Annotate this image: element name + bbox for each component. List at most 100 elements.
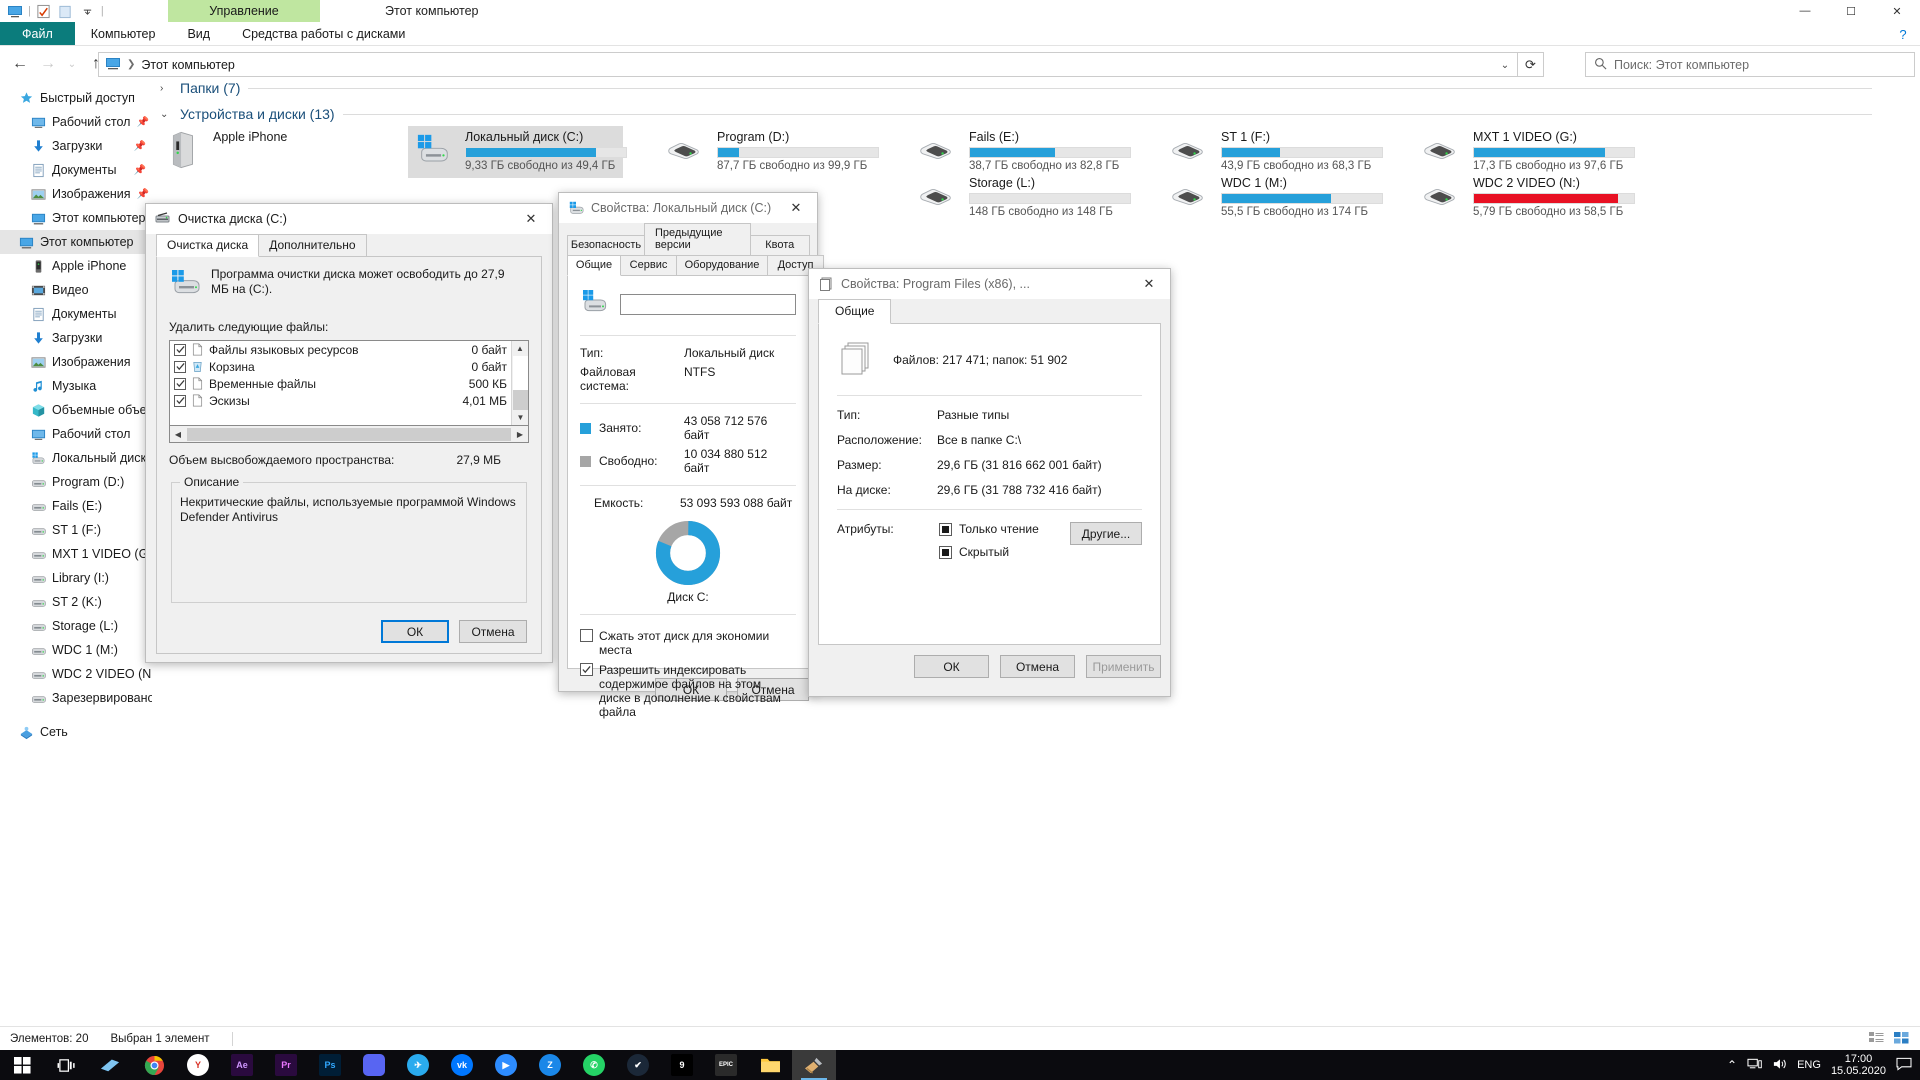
taskbar-premiere-pro-icon[interactable]: Pr (264, 1050, 308, 1080)
dialog-tabstrip[interactable]: Очистка диска Дополнительно (156, 234, 542, 257)
dialog-tabstrip-row2[interactable]: Общие Сервис Оборудование Доступ (567, 255, 824, 276)
taskbar-9gag-icon[interactable]: 9 (660, 1050, 704, 1080)
language-indicator[interactable]: ENG (1797, 1059, 1821, 1071)
taskbar-discord-icon[interactable] (352, 1050, 396, 1080)
taskbar-epic-games-icon[interactable]: EPIC (704, 1050, 748, 1080)
ribbon-tabbar[interactable]: Файл Компьютер Вид Средства работы с дис… (0, 22, 1920, 46)
sidebar-item-загрузки[interactable]: Загрузки (0, 326, 152, 350)
properties-icon[interactable] (35, 2, 53, 20)
tab-disk-cleanup[interactable]: Очистка диска (156, 234, 260, 257)
cleanup-list-row[interactable]: Временные файлы 500 КБ (170, 375, 511, 392)
disk-properties-dialog[interactable]: Свойства: Локальный диск (C:) ✕ Безопасн… (558, 192, 824, 719)
start-button[interactable] (0, 1050, 44, 1080)
chevron-down-icon[interactable]: ⌄ (1494, 54, 1516, 77)
scroll-left-icon[interactable]: ◀ (170, 430, 186, 439)
cleanup-item-checkbox[interactable] (174, 343, 186, 356)
close-button[interactable]: ✕ (1874, 0, 1920, 22)
taskbar-zoom-icon[interactable]: ▶ (484, 1050, 528, 1080)
taskbar-photoshop-icon[interactable]: Ps (308, 1050, 352, 1080)
hidden-checkbox[interactable] (939, 545, 952, 559)
breadcrumb-label[interactable]: Этот компьютер (141, 58, 234, 72)
tab-general[interactable]: Общие (818, 299, 892, 324)
sidebar-item-st-2-k[interactable]: ST 2 (K:) (0, 590, 152, 614)
folder-properties-dialog[interactable]: Свойства: Program Files (x86), ... ✕ Общ… (808, 268, 1171, 697)
device-tile[interactable]: Локальный диск (C:) 9,33 ГБ свободно из 4… (408, 126, 627, 178)
ok-button[interactable]: ОК (914, 655, 989, 678)
dialog-buttons[interactable]: ОК Отмена (381, 620, 527, 643)
sidebar-item-изображения[interactable]: Изображения (0, 350, 152, 374)
sidebar-item-музыка[interactable]: Музыка (0, 374, 152, 398)
taskbar[interactable]: Y Ae Pr Ps ✈ vk ▶ Z ✆ ✔ 9 EPIC ⌃ ENG 17:00 15.05.20… (0, 1050, 1920, 1080)
taskbar-telegram-icon[interactable]: ✈ (396, 1050, 440, 1080)
device-tile[interactable]: WDC 2 VIDEO (N:) 5,79 ГБ свободно из 58,5… (1416, 172, 1635, 224)
pin-icon[interactable]: 📌 (136, 117, 148, 128)
maximize-button[interactable]: ☐ (1828, 0, 1874, 22)
cancel-button[interactable]: Отмена (1000, 655, 1075, 678)
sidebar-item-wdc-1-m[interactable]: WDC 1 (M:) (0, 638, 152, 662)
view-buttons[interactable] (1868, 1027, 1910, 1051)
scroll-right-icon[interactable]: ▶ (512, 430, 528, 439)
forward-button[interactable]: → (34, 50, 62, 78)
taskbar-file-explorer-icon[interactable] (748, 1050, 792, 1080)
search-input[interactable]: Поиск: Этот компьютер (1585, 52, 1915, 77)
tab-computer[interactable]: Компьютер (75, 22, 172, 45)
sidebar-item-документы[interactable]: Документы (0, 302, 152, 326)
other-attributes-button[interactable]: Другие... (1070, 522, 1142, 545)
large-icons-view-icon[interactable] (1893, 1030, 1910, 1048)
device-tile[interactable]: MXT 1 VIDEO (G:) 17,3 ГБ свободно из 97,6… (1416, 126, 1635, 178)
pin-icon[interactable]: 📌 (134, 165, 146, 176)
compress-checkbox-row[interactable]: Сжать этот диск для экономии места (580, 629, 796, 657)
taskbar-whatsapp-icon[interactable]: ✆ (572, 1050, 616, 1080)
show-hidden-icons-icon[interactable]: ⌃ (1727, 1058, 1737, 1072)
tab-security[interactable]: Безопасность (567, 235, 645, 256)
pin-icon[interactable]: 📌 (137, 189, 149, 200)
window-controls[interactable]: — ☐ ✕ (1782, 0, 1920, 22)
chevron-right-icon[interactable]: › (160, 83, 172, 94)
sidebar-item-mxt-1-video-g[interactable]: MXT 1 VIDEO (G:) (0, 542, 156, 566)
cancel-button[interactable]: Отмена (459, 620, 527, 643)
tab-previous-versions[interactable]: Предыдущие версии (644, 223, 751, 256)
tab-general[interactable]: Общие (567, 255, 621, 276)
disk-cleanup-dialog[interactable]: Очистка диска (C:) ✕ Очистка диска Допол… (145, 203, 553, 663)
breadcrumb[interactable]: ❯ Этот компьютер ⌄ (98, 52, 1518, 77)
sidebar-item-видео[interactable]: Видео (0, 278, 152, 302)
scroll-down-icon[interactable]: ▼ (512, 410, 529, 425)
hidden-checkbox-row[interactable]: Скрытый (939, 545, 1060, 559)
sidebar-item-fails-e[interactable]: Fails (E:) (0, 494, 152, 518)
compress-checkbox[interactable] (580, 629, 593, 642)
taskbar-yandex-browser-icon[interactable]: Y (176, 1050, 220, 1080)
taskbar-vk-icon[interactable]: vk (440, 1050, 484, 1080)
index-checkbox[interactable] (580, 663, 593, 676)
horizontal-scrollbar[interactable]: ◀ ▶ (169, 426, 529, 443)
sidebar-item-локальный-диск-c[interactable]: Локальный диск (C:) (0, 446, 170, 470)
tab-hardware[interactable]: Оборудование (676, 255, 768, 276)
dialog-tabstrip-row1[interactable]: Безопасность Предыдущие версии Квота (567, 223, 810, 256)
taskbar-zoiper-icon[interactable]: Z (528, 1050, 572, 1080)
sidebar-item-быстрый-доступ[interactable]: Быстрый доступ (0, 86, 152, 110)
device-tile[interactable]: WDC 1 (M:) 55,5 ГБ свободно из 174 ГБ (1164, 172, 1383, 224)
refresh-button[interactable]: ⟳ (1518, 52, 1544, 77)
sidebar-item-зарезервировано-с[interactable]: Зарезервировано с (0, 686, 164, 710)
close-icon[interactable]: ✕ (1128, 269, 1170, 299)
volume-label-input[interactable] (620, 294, 796, 315)
scroll-up-icon[interactable]: ▲ (512, 341, 528, 356)
volume-tray-icon[interactable] (1772, 1057, 1787, 1074)
cleanup-list-row[interactable]: Файлы языковых ресурсов 0 байт (170, 341, 511, 358)
sidebar-item-library-i[interactable]: Library (I:) (0, 566, 152, 590)
index-checkbox-row[interactable]: Разрешить индексировать содержимое файло… (580, 663, 796, 719)
sidebar-item-объемные-объекты[interactable]: Объемные объекты (0, 398, 167, 422)
readonly-checkbox-row[interactable]: Только чтение (939, 522, 1060, 536)
vertical-scrollbar[interactable]: ▲ ▼ (511, 341, 528, 425)
cleanup-list-row[interactable]: Эскизы 4,01 МБ (170, 392, 511, 409)
ok-button[interactable]: ОК (381, 620, 449, 643)
readonly-checkbox[interactable] (939, 522, 952, 536)
sidebar-item-сеть[interactable]: Сеть (0, 720, 152, 744)
sidebar-item-рабочий-стол[interactable]: Рабочий стол 📌 (0, 110, 152, 134)
clock[interactable]: 17:00 15.05.2020 (1831, 1053, 1886, 1077)
notification-icon[interactable] (1896, 1057, 1912, 1074)
close-icon[interactable]: ✕ (510, 204, 552, 234)
new-folder-icon[interactable] (57, 2, 75, 20)
task-view-button[interactable] (44, 1050, 88, 1080)
sidebar-item-st-1-f[interactable]: ST 1 (F:) (0, 518, 152, 542)
taskbar-steam-icon[interactable]: ✔ (616, 1050, 660, 1080)
